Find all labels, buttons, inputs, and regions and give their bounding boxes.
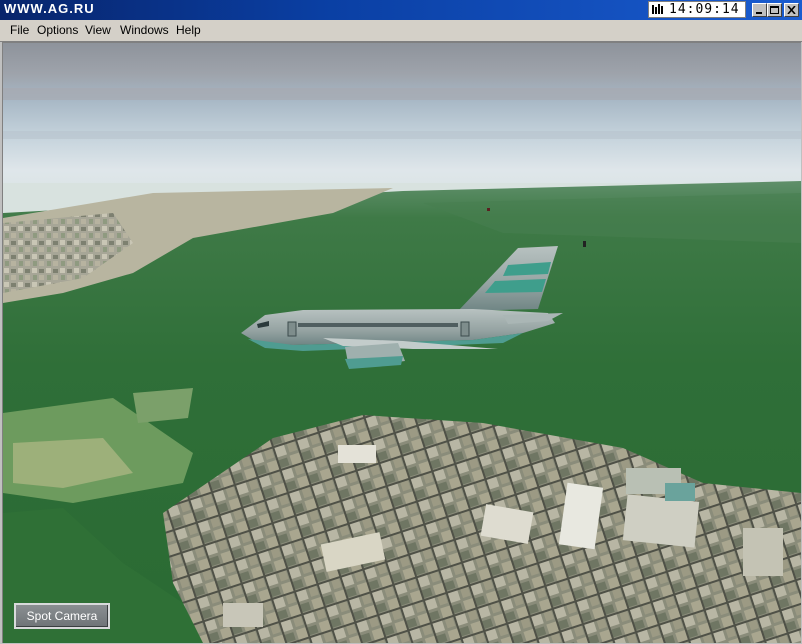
minimize-button[interactable] bbox=[752, 3, 767, 17]
clock-tray: 14:09:14 bbox=[648, 1, 746, 18]
flight-scene bbox=[3, 43, 801, 643]
maximize-button[interactable] bbox=[767, 3, 782, 17]
flight-viewport[interactable] bbox=[2, 42, 801, 643]
spot-camera-button[interactable]: Spot Camera bbox=[14, 603, 110, 629]
clock: 14:09:14 bbox=[669, 2, 740, 17]
signal-icon bbox=[652, 4, 663, 14]
menu-bar: File Options View Windows Help bbox=[0, 20, 802, 42]
close-button[interactable] bbox=[784, 3, 799, 17]
menu-view[interactable]: View bbox=[85, 23, 111, 37]
menu-help[interactable]: Help bbox=[176, 23, 201, 37]
title-bar: WWW.AG.RU 14:09:14 bbox=[0, 0, 802, 20]
menu-file[interactable]: File bbox=[10, 23, 29, 37]
minimize-icon bbox=[756, 12, 762, 14]
menu-windows[interactable]: Windows bbox=[120, 23, 169, 37]
close-icon bbox=[787, 6, 796, 14]
window-title: WWW.AG.RU bbox=[4, 1, 95, 16]
menu-options[interactable]: Options bbox=[37, 23, 78, 37]
maximize-icon bbox=[770, 6, 779, 14]
